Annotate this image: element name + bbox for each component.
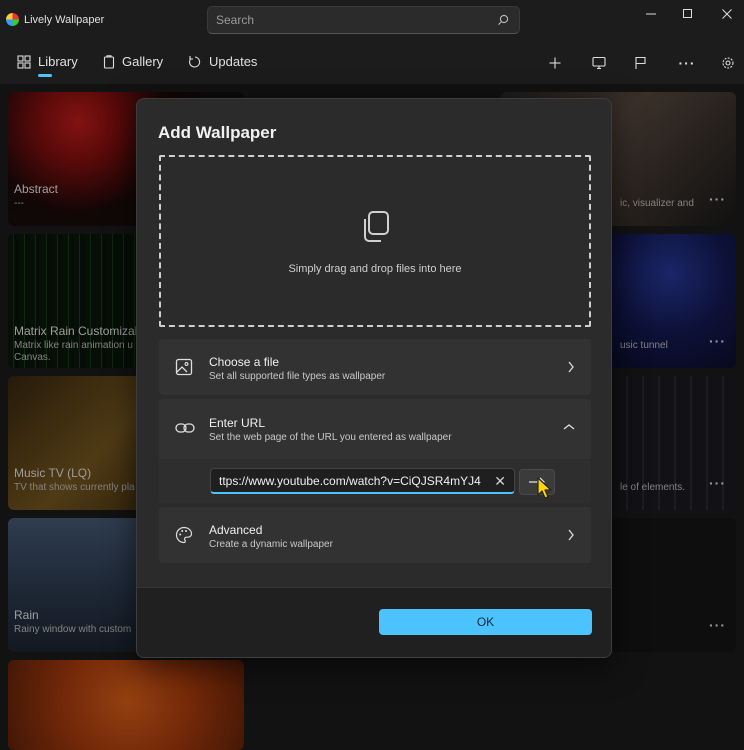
tab-gallery-label: Gallery bbox=[122, 54, 164, 69]
more-icon: ··· bbox=[678, 55, 696, 71]
app-logo-icon bbox=[6, 13, 19, 26]
chevron-right-icon bbox=[568, 529, 574, 541]
url-field[interactable]: ✕ bbox=[210, 468, 515, 494]
enter-url-subtitle: Set the web page of the URL you entered … bbox=[209, 432, 452, 443]
maximize-button[interactable] bbox=[671, 4, 705, 24]
maximize-icon bbox=[683, 9, 692, 18]
gear-icon bbox=[722, 57, 734, 69]
plus-icon bbox=[549, 57, 561, 69]
copy-icon bbox=[364, 211, 389, 242]
tab-updates[interactable]: Updates bbox=[188, 54, 257, 69]
settings-button[interactable] bbox=[716, 52, 740, 74]
url-input[interactable] bbox=[219, 474, 484, 488]
palette-icon bbox=[175, 526, 193, 544]
tab-gallery[interactable]: Gallery bbox=[103, 54, 163, 69]
app-title: Lively Wallpaper bbox=[24, 14, 105, 26]
ok-button[interactable]: OK bbox=[379, 609, 592, 635]
search-box[interactable] bbox=[207, 6, 520, 34]
monitor-icon bbox=[592, 56, 606, 70]
control-panel-button[interactable] bbox=[629, 52, 653, 74]
chevron-right-icon bbox=[568, 361, 574, 373]
close-window-button[interactable] bbox=[710, 4, 744, 24]
gallery-icon bbox=[103, 54, 115, 69]
choose-file-subtitle: Set all supported file types as wallpape… bbox=[209, 371, 386, 382]
close-icon bbox=[722, 9, 732, 19]
active-tab-indicator bbox=[38, 74, 52, 77]
advanced-option[interactable]: Advanced Create a dynamic wallpaper bbox=[159, 507, 591, 563]
top-nav: Library Gallery Updates ··· bbox=[0, 44, 744, 84]
mouse-cursor-icon bbox=[537, 477, 552, 499]
add-wallpaper-dialog: Add Wallpaper Simply drag and drop files… bbox=[136, 98, 612, 658]
enter-url-title: Enter URL bbox=[209, 416, 266, 430]
advanced-subtitle: Create a dynamic wallpaper bbox=[209, 539, 333, 550]
minimize-button[interactable] bbox=[634, 4, 668, 24]
add-wallpaper-button[interactable] bbox=[543, 52, 567, 74]
chevron-up-icon bbox=[563, 424, 575, 430]
search-input[interactable] bbox=[216, 13, 486, 27]
clear-icon[interactable]: ✕ bbox=[494, 473, 506, 490]
drop-zone-text: Simply drag and drop files into here bbox=[288, 263, 462, 275]
updates-icon bbox=[189, 55, 201, 67]
more-options-button[interactable]: ··· bbox=[675, 52, 699, 74]
tab-library-label: Library bbox=[38, 54, 78, 69]
dialog-footer: OK bbox=[137, 587, 611, 657]
drop-zone[interactable]: Simply drag and drop files into here bbox=[159, 155, 591, 327]
link-icon bbox=[175, 423, 195, 433]
title-bar: Lively Wallpaper bbox=[0, 0, 744, 40]
screen-layout-button[interactable] bbox=[587, 52, 611, 74]
tab-library[interactable]: Library bbox=[17, 54, 78, 69]
search-icon[interactable] bbox=[497, 14, 509, 26]
image-icon bbox=[175, 358, 193, 376]
minimize-icon bbox=[646, 13, 656, 15]
dialog-title: Add Wallpaper bbox=[158, 123, 277, 142]
flag-icon bbox=[635, 56, 646, 69]
advanced-title: Advanced bbox=[209, 523, 263, 537]
tab-updates-label: Updates bbox=[209, 54, 258, 69]
url-entry-row: ✕ bbox=[159, 459, 591, 503]
enter-url-option[interactable]: Enter URL Set the web page of the URL yo… bbox=[159, 399, 591, 459]
choose-file-option[interactable]: Choose a file Set all supported file typ… bbox=[159, 339, 591, 395]
library-icon bbox=[17, 54, 31, 69]
choose-file-title: Choose a file bbox=[209, 355, 280, 369]
